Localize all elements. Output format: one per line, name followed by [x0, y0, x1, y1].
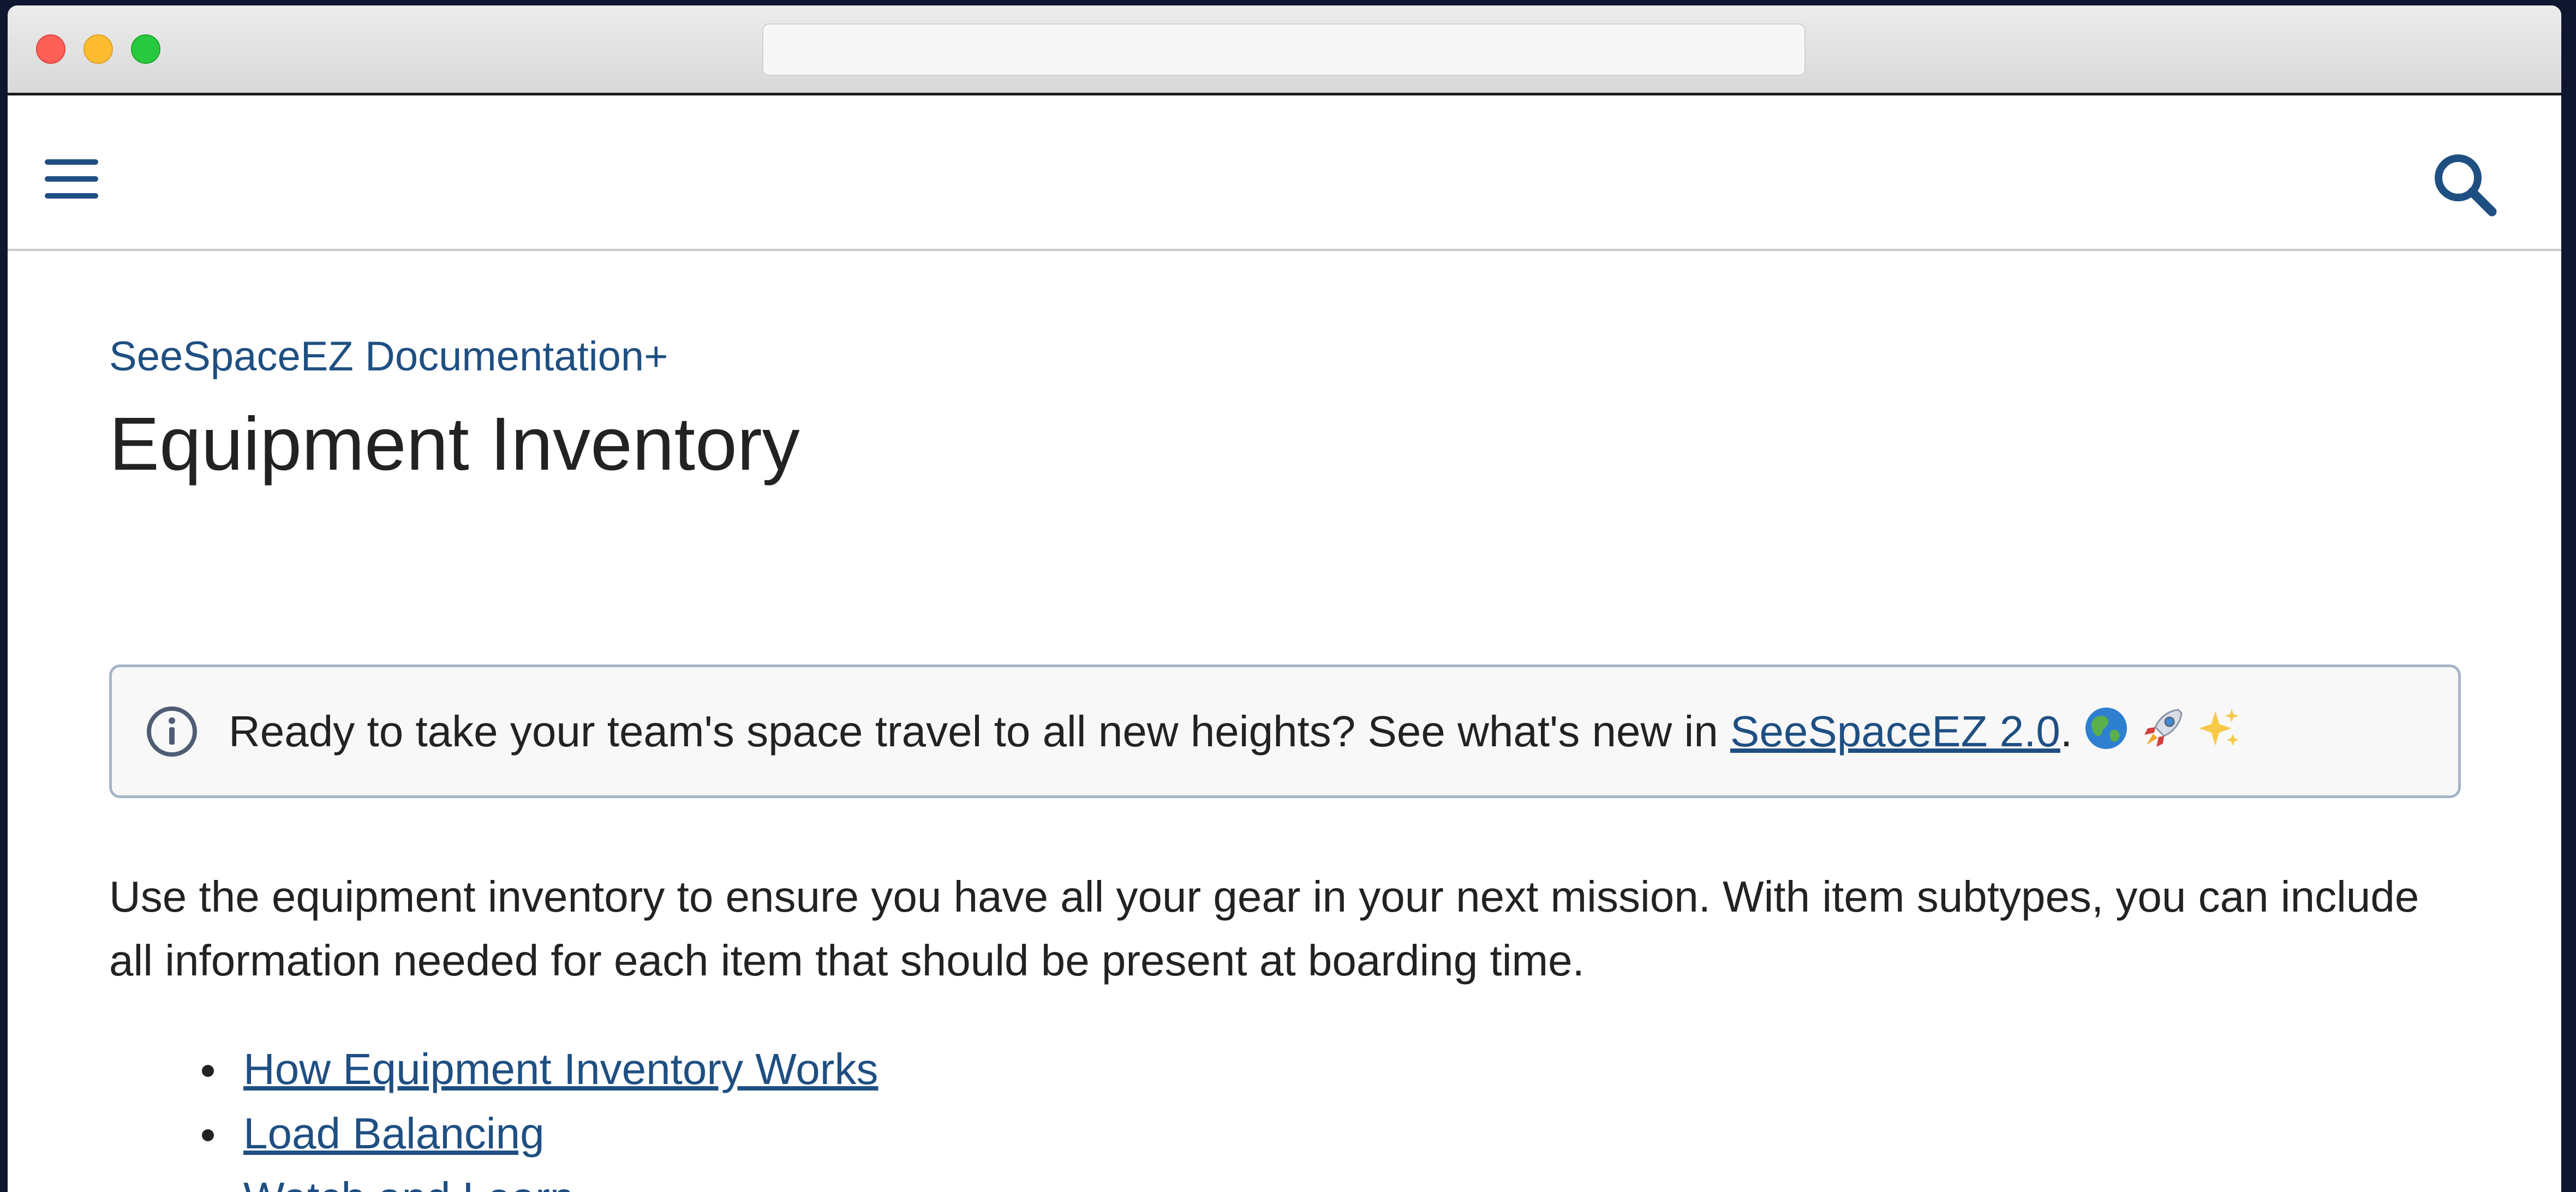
title-bar	[8, 5, 2561, 95]
close-window-button[interactable]	[36, 34, 65, 64]
info-banner-text: Ready to take your team's space travel t…	[229, 704, 2243, 764]
release-link[interactable]: SeeSpaceEZ 2.0	[1730, 707, 2060, 756]
bullet-icon	[202, 1065, 214, 1077]
page-title: Equipment Inventory	[109, 402, 800, 486]
intro-paragraph: Use the equipment inventory to ensure yo…	[109, 872, 2419, 985]
info-banner-text-before: Ready to take your team's space travel t…	[229, 707, 1731, 756]
toc-link-load-balancing[interactable]: Load Balancing	[243, 1109, 545, 1158]
breadcrumb-link[interactable]: SeeSpaceEZ Documentation+	[109, 333, 668, 380]
toc-link-watch-and-learn[interactable]: Watch and Learn	[243, 1173, 574, 1192]
rocket-icon	[2140, 705, 2186, 764]
toc-item: How Equipment Inventory Works	[109, 1042, 878, 1106]
search-icon[interactable]	[2432, 152, 2497, 217]
toc-item: Load Balancing	[109, 1106, 878, 1171]
address-bar[interactable]	[762, 23, 1806, 76]
sparkles-icon	[2197, 705, 2243, 764]
table-of-contents: How Equipment Inventory Works Load Balan…	[109, 1042, 878, 1192]
globe-icon	[2083, 705, 2129, 764]
minimize-window-button[interactable]	[83, 34, 113, 64]
toc-item: Watch and Learn	[109, 1171, 878, 1192]
info-banner-text-after: .	[2060, 707, 2073, 756]
browser-window: SeeSpaceEZ Documentation+ Equipment Inve…	[8, 5, 2561, 1192]
hamburger-menu-icon[interactable]	[44, 157, 99, 201]
zoom-window-button[interactable]	[131, 34, 160, 64]
bullet-icon	[202, 1129, 214, 1141]
top-navigation	[8, 95, 2561, 251]
info-circle-icon	[147, 706, 197, 757]
toc-link-how-equipment-inventory-works[interactable]: How Equipment Inventory Works	[243, 1045, 878, 1093]
info-banner: Ready to take your team's space travel t…	[109, 664, 2461, 798]
